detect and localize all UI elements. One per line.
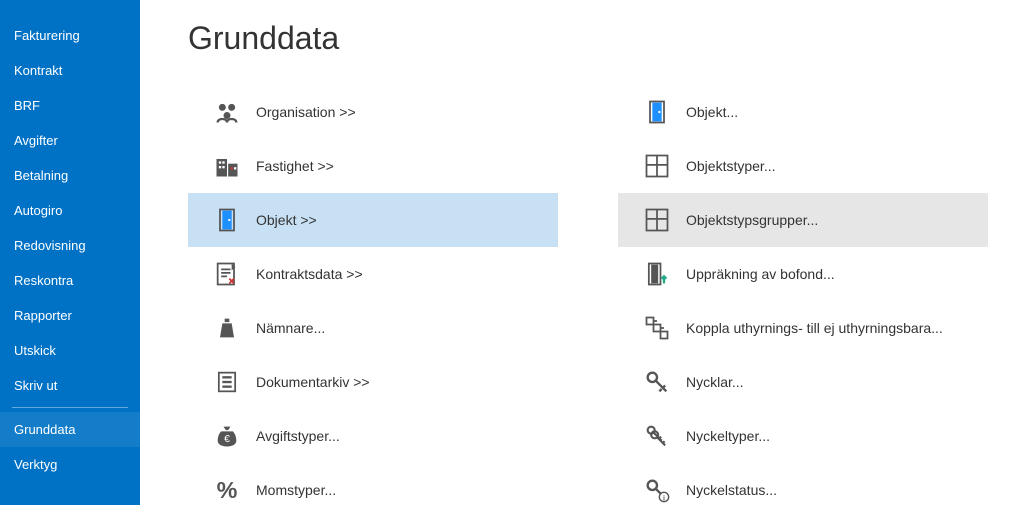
- grid-item-door-blue[interactable]: Objekt...: [618, 85, 988, 139]
- main-content: Grunddata Organisation >> Fastighet >> Obj…: [140, 0, 1014, 505]
- grid-item-label: Kontraktsdata >>: [256, 266, 363, 282]
- grid-item-label: Objekt...: [686, 104, 738, 120]
- sidebar-item-utskick[interactable]: Utskick: [0, 333, 140, 368]
- grid-item-label: Objekt >>: [256, 212, 317, 228]
- grid-item-label: Nyckelstatus...: [686, 482, 777, 498]
- door-up-icon: [628, 260, 686, 288]
- grid-item-label: Koppla uthyrnings- till ej uthyrningsbar…: [686, 320, 943, 336]
- grid-item-label: Dokumentarkiv >>: [256, 374, 370, 390]
- grid-item-label: Nyckeltyper...: [686, 428, 770, 444]
- grid-col-left: Organisation >> Fastighet >> Objekt >> Kont…: [188, 85, 558, 517]
- sidebar-item-grunddata[interactable]: Grunddata: [0, 412, 140, 447]
- grid-item-key-info[interactable]: Nyckelstatus...: [618, 463, 988, 517]
- percent-icon: [198, 476, 256, 504]
- grid-item-link[interactable]: Koppla uthyrnings- till ej uthyrningsbar…: [618, 301, 988, 355]
- sidebar-divider: [12, 407, 128, 408]
- grid-item-floorplan[interactable]: Objektstypsgrupper...: [618, 193, 988, 247]
- grid-item-archive[interactable]: Dokumentarkiv >>: [188, 355, 558, 409]
- grid-item-key[interactable]: Nycklar...: [618, 355, 988, 409]
- sidebar-item-brf[interactable]: BRF: [0, 88, 140, 123]
- key-icon: [628, 368, 686, 396]
- grid-item-buildings[interactable]: Fastighet >>: [188, 139, 558, 193]
- grid-item-door[interactable]: Objekt >>: [188, 193, 558, 247]
- grid-item-label: Momstyper...: [256, 482, 336, 498]
- grid-item-door-up[interactable]: Uppräkning av bofond...: [618, 247, 988, 301]
- floorplan-icon: [628, 152, 686, 180]
- group-icon: [198, 98, 256, 126]
- door-icon: [198, 206, 256, 234]
- grid-item-contract[interactable]: Kontraktsdata >>: [188, 247, 558, 301]
- grid-item-label: Objektstypsgrupper...: [686, 212, 818, 228]
- grid-item-label: Objektstyper...: [686, 158, 775, 174]
- sidebar-item-fakturering[interactable]: Fakturering: [0, 18, 140, 53]
- moneybag-icon: [198, 422, 256, 450]
- link-icon: [628, 314, 686, 342]
- archive-icon: [198, 368, 256, 396]
- floorplan-icon: [628, 206, 686, 234]
- sidebar-item-skriv-ut[interactable]: Skriv ut: [0, 368, 140, 403]
- sidebar-item-autogiro[interactable]: Autogiro: [0, 193, 140, 228]
- sidebar-item-verktyg[interactable]: Verktyg: [0, 447, 140, 482]
- grid-col-right: Objekt... Objektstyper... Objektstypsgrupp…: [618, 85, 988, 517]
- sidebar-item-reskontra[interactable]: Reskontra: [0, 263, 140, 298]
- grid-item-label: Nämnare...: [256, 320, 325, 336]
- door-blue-icon: [628, 98, 686, 126]
- grid-item-group[interactable]: Organisation >>: [188, 85, 558, 139]
- keys-icon: [628, 422, 686, 450]
- grid-item-label: Fastighet >>: [256, 158, 334, 174]
- page-title: Grunddata: [188, 20, 1014, 57]
- grid-item-moneybag[interactable]: Avgiftstyper...: [188, 409, 558, 463]
- grid-item-label: Organisation >>: [256, 104, 356, 120]
- sidebar-item-rapporter[interactable]: Rapporter: [0, 298, 140, 333]
- buildings-icon: [198, 152, 256, 180]
- key-info-icon: [628, 476, 686, 504]
- grid-item-label: Nycklar...: [686, 374, 744, 390]
- sidebar-item-avgifter[interactable]: Avgifter: [0, 123, 140, 158]
- sidebar-item-kontrakt[interactable]: Kontrakt: [0, 53, 140, 88]
- grid-item-label: Uppräkning av bofond...: [686, 266, 835, 282]
- weight-icon: [198, 314, 256, 342]
- grid-item-label: Avgiftstyper...: [256, 428, 340, 444]
- contract-icon: [198, 260, 256, 288]
- grid-item-weight[interactable]: Nämnare...: [188, 301, 558, 355]
- content-grid: Organisation >> Fastighet >> Objekt >> Kont…: [188, 85, 1014, 517]
- sidebar-item-redovisning[interactable]: Redovisning: [0, 228, 140, 263]
- grid-item-keys[interactable]: Nyckeltyper...: [618, 409, 988, 463]
- sidebar: Fakturering Kontrakt BRF Avgifter Betaln…: [0, 0, 140, 505]
- grid-item-floorplan[interactable]: Objektstyper...: [618, 139, 988, 193]
- sidebar-item-betalning[interactable]: Betalning: [0, 158, 140, 193]
- grid-item-percent[interactable]: Momstyper...: [188, 463, 558, 517]
